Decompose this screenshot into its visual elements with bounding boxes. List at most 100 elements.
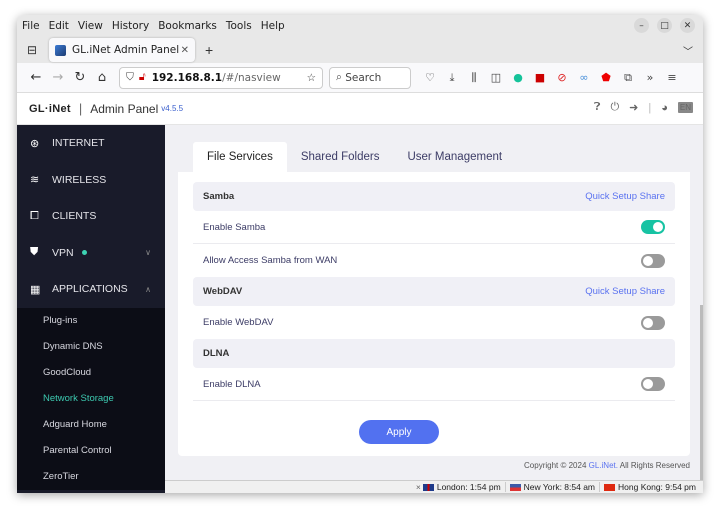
samba-section: Samba Quick Setup Share Enable Samba All…	[193, 182, 675, 277]
clock-london: × London: 1:54 pm	[415, 482, 501, 492]
apply-button[interactable]: Apply	[359, 420, 439, 444]
menu-bar: File Edit View History Bookmarks Tools H…	[17, 15, 703, 37]
ublock-icon[interactable]: ⬟	[595, 71, 617, 84]
forward-button[interactable]: →	[47, 70, 69, 85]
download-icon[interactable]: ⤓	[441, 71, 463, 85]
submenu-dynamic-dns[interactable]: Dynamic DNS	[17, 334, 165, 360]
sidebar-item-wireless[interactable]: ≋ WIRELESS	[17, 162, 165, 199]
tab-list: File Services Shared Folders User Manage…	[178, 134, 690, 172]
favicon-icon	[55, 44, 66, 56]
main-content: File Services Shared Folders User Manage…	[165, 125, 703, 493]
theme-palette-icon[interactable]: ◕	[661, 102, 668, 114]
nav-bar: ← → ↻ ⌂ ⛉ 🔓︎ 192.168.8.1 /#/nasview ☆ ⌕ …	[17, 63, 703, 93]
setting-row: Allow Access Samba from WAN	[193, 244, 675, 277]
close-clock-icon[interactable]: ×	[416, 482, 421, 492]
section-title: WebDAV	[203, 286, 243, 297]
tab-file-services[interactable]: File Services	[193, 142, 287, 172]
submenu-goodcloud[interactable]: GoodCloud	[17, 360, 165, 386]
sidebar-item-clients[interactable]: ⧠ CLIENTS	[17, 198, 165, 235]
world-clock-bar: × London: 1:54 pm New York: 8:54 am Hong…	[165, 480, 703, 493]
clock-new-york: New York: 8:54 am	[504, 482, 599, 492]
minimize-button[interactable]: –	[634, 18, 649, 33]
brand-link[interactable]: GL.iNet.	[589, 461, 618, 470]
menu-tools[interactable]: Tools	[226, 20, 252, 32]
grammarly-icon[interactable]: ●	[507, 71, 529, 84]
submenu-parental-control[interactable]: Parental Control	[17, 438, 165, 464]
setting-row: Enable WebDAV	[193, 306, 675, 339]
new-tab-button[interactable]: +	[205, 42, 213, 58]
submenu-plugins[interactable]: Plug-ins	[17, 308, 165, 334]
maximize-button[interactable]: □	[657, 18, 672, 33]
menu-bookmarks[interactable]: Bookmarks	[158, 20, 217, 32]
menu-file[interactable]: File	[22, 20, 40, 32]
toolbar: ♡ ⤓ ⫼ ◫ ● ■ ⊘ ∞ ⬟ ⧉ » ≡	[419, 71, 683, 85]
menu-edit[interactable]: Edit	[49, 20, 69, 32]
search-icon: ⌕	[336, 71, 342, 83]
url-host: 192.168.8.1	[151, 71, 223, 84]
sidebar-icon[interactable]: ◫	[485, 71, 507, 84]
enable-samba-toggle[interactable]	[641, 220, 665, 234]
apps-icon: ▦	[30, 283, 41, 296]
page-title: Admin Panel	[90, 101, 159, 116]
hk-flag-icon	[604, 483, 616, 491]
search-input[interactable]: ⌕ Search	[329, 66, 411, 89]
wifi-icon: ≋	[30, 174, 40, 187]
menu-view[interactable]: View	[78, 20, 103, 32]
extensions-icon[interactable]: ⧉	[617, 71, 639, 85]
uk-flag-icon	[422, 483, 434, 491]
pocket-icon[interactable]: ♡	[419, 71, 441, 84]
language-button[interactable]: EN	[677, 102, 693, 113]
hamburger-menu-icon[interactable]: ≡	[661, 71, 683, 84]
samba-quick-setup-link[interactable]: Quick Setup Share	[585, 191, 665, 202]
version-label: v4.5.5	[161, 104, 184, 113]
menu-history[interactable]: History	[112, 20, 149, 32]
scrollbar[interactable]	[700, 305, 703, 485]
back-button[interactable]: ←	[25, 70, 47, 85]
shield-icon[interactable]: ⛉	[126, 71, 134, 84]
reload-button[interactable]: ↻	[69, 70, 91, 85]
tab-overflow-chevron-icon[interactable]: ﹀	[683, 43, 693, 58]
globe-icon: ⊛	[30, 137, 40, 150]
help-icon[interactable]: ❓︎	[594, 101, 601, 114]
sidebar-item-internet[interactable]: ⊛ INTERNET	[17, 125, 165, 162]
setting-row: Enable DLNA	[193, 368, 675, 401]
samba-wan-access-toggle[interactable]	[641, 253, 665, 268]
sidebar-item-applications[interactable]: ▦ APPLICATIONS ∧	[17, 271, 165, 308]
url-bar[interactable]: ⛉ 🔓︎ 192.168.8.1 /#/nasview ☆	[119, 66, 323, 89]
sidebar-item-vpn[interactable]: ⛊ VPN ∨	[17, 235, 165, 272]
submenu-adguard-home[interactable]: Adguard Home	[17, 412, 165, 438]
library-icon[interactable]: ⫼	[463, 71, 485, 85]
applications-submenu: Plug-ins Dynamic DNS GoodCloud Network S…	[17, 307, 165, 490]
close-window-button[interactable]: ✕	[680, 18, 695, 33]
logout-icon[interactable]: ➜	[629, 101, 638, 114]
submenu-zerotier[interactable]: ZeroTier	[17, 464, 165, 490]
home-button[interactable]: ⌂	[91, 70, 113, 85]
bookmark-star-icon[interactable]: ☆	[307, 72, 316, 84]
logo[interactable]: GL·iNet	[29, 103, 71, 115]
enable-webdav-toggle[interactable]	[641, 315, 665, 330]
setting-row: Enable Samba	[193, 211, 675, 244]
url-path: /#/nasview	[222, 71, 281, 84]
submenu-network-storage[interactable]: Network Storage	[17, 386, 165, 412]
list-tabs-icon[interactable]: ⊟	[19, 43, 45, 57]
link-icon[interactable]: ∞	[573, 71, 595, 84]
browser-window: File Edit View History Bookmarks Tools H…	[17, 15, 703, 493]
nas-card: File Services Shared Folders User Manage…	[178, 134, 690, 456]
insecure-lock-icon[interactable]: 🔓︎	[139, 71, 146, 84]
tab-shared-folders[interactable]: Shared Folders	[287, 142, 394, 172]
block-icon[interactable]: ⊘	[551, 71, 573, 84]
tab-user-management[interactable]: User Management	[393, 142, 516, 172]
webdav-section: WebDAV Quick Setup Share Enable WebDAV	[193, 277, 675, 339]
overflow-icon[interactable]: »	[639, 71, 661, 84]
browser-tab[interactable]: GL.iNet Admin Panel ✕	[49, 38, 195, 62]
vpn-status-dot	[81, 250, 87, 256]
shield-icon: ⛊	[30, 246, 39, 259]
menu-help[interactable]: Help	[261, 20, 285, 32]
clock-hong-kong: Hong Kong: 9:54 pm	[599, 482, 700, 492]
power-icon[interactable]: ⏻	[610, 101, 619, 114]
close-tab-icon[interactable]: ✕	[181, 45, 189, 56]
extension-red-icon[interactable]: ■	[529, 71, 551, 84]
tab-title: GL.iNet Admin Panel	[72, 44, 180, 56]
enable-dlna-toggle[interactable]	[641, 377, 665, 391]
webdav-quick-setup-link[interactable]: Quick Setup Share	[585, 286, 665, 297]
